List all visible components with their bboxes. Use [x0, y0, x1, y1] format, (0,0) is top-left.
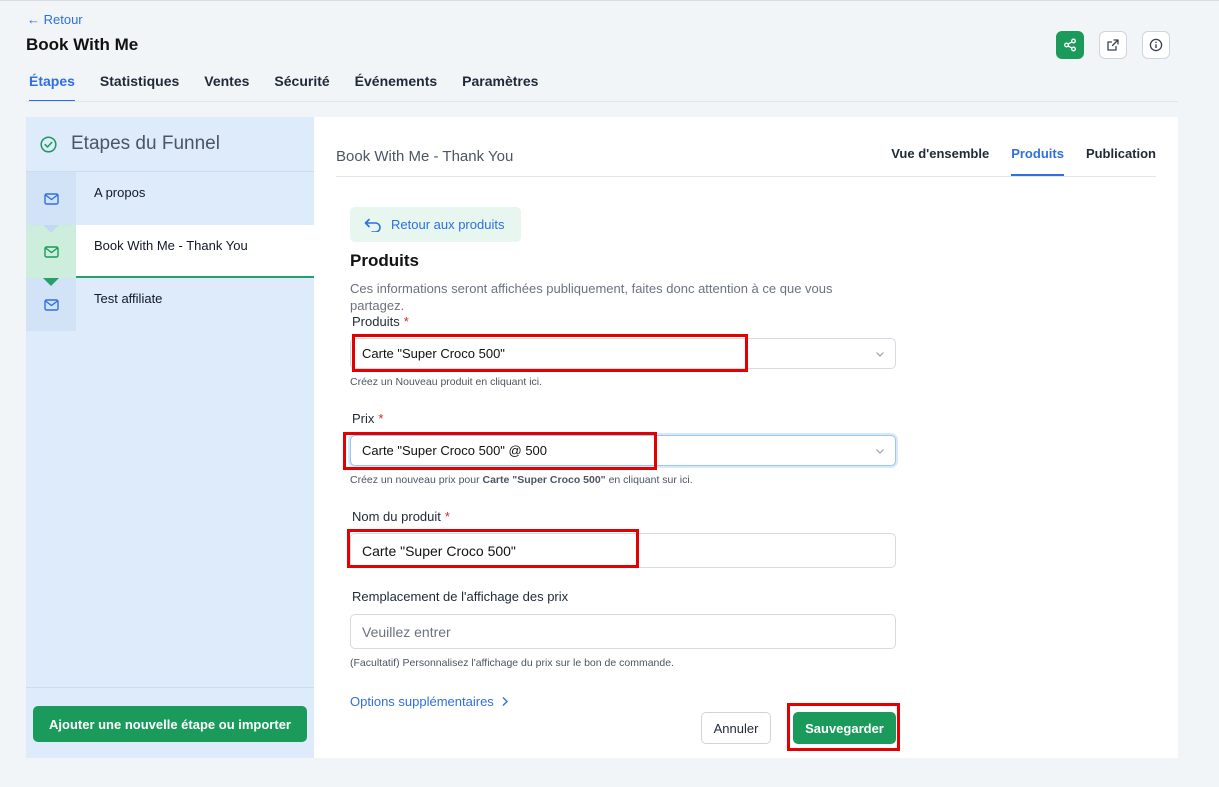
step-label: Test affiliate — [94, 291, 163, 306]
price-override-placeholder: Veuillez entrer — [362, 623, 451, 640]
section-title: Produits — [350, 251, 419, 270]
nav-tab-etapes[interactable]: Étapes — [29, 73, 75, 102]
sidebar-heading: Etapes du Funnel — [71, 133, 220, 154]
back-link[interactable]: ← Retour — [27, 12, 83, 27]
add-step-button[interactable]: Ajouter une nouvelle étape ou importer — [33, 706, 307, 742]
check-circle-icon — [40, 135, 57, 153]
more-options-link[interactable]: Options supplémentaires — [350, 694, 509, 709]
product-select[interactable]: Carte "Super Croco 500" — [350, 338, 896, 369]
tabs-divider — [336, 176, 1156, 177]
product-label: Produits * — [352, 314, 409, 329]
funnel-sidebar: Etapes du Funnel A propos Book With Me -… — [26, 117, 314, 758]
step-icon-rail — [26, 172, 76, 225]
sidebar-header: Etapes du Funnel — [26, 117, 314, 172]
product-name-value: Carte "Super Croco 500" — [362, 542, 516, 559]
chevron-right-icon — [502, 697, 508, 706]
products-panel: Book With Me - Thank You Vue d'ensemble … — [314, 117, 1178, 758]
sidebar-step-a-propos[interactable]: A propos — [26, 172, 314, 233]
tab-produits[interactable]: Produits — [1011, 146, 1064, 176]
step-connector — [43, 278, 59, 286]
price-select-value: Carte "Super Croco 500" @ 500 — [362, 443, 548, 458]
page-title: Book With Me — [26, 35, 139, 54]
step-label: Book With Me - Thank You — [94, 238, 248, 253]
section-description: Ces informations seront affichées publiq… — [350, 281, 833, 313]
chevron-down-icon — [876, 351, 884, 357]
info-button[interactable] — [1142, 31, 1170, 59]
open-external-button[interactable] — [1099, 31, 1127, 59]
back-to-products-label: Retour aux produits — [391, 217, 505, 232]
mail-icon — [43, 192, 59, 205]
step-label: A propos — [94, 185, 146, 200]
tab-publication[interactable]: Publication — [1086, 146, 1156, 176]
back-to-products-button[interactable]: Retour aux produits — [350, 207, 521, 242]
nav-divider — [26, 101, 1178, 102]
main-nav: Étapes Statistiques Ventes Sécurité Évén… — [29, 73, 563, 102]
panel-tabs: Vue d'ensemble Produits Publication — [869, 146, 1156, 176]
cancel-button[interactable]: Annuler — [701, 712, 771, 744]
step-connector — [43, 225, 59, 233]
nav-tab-securite[interactable]: Sécurité — [274, 73, 329, 102]
price-override-hint: (Facultatif) Personnalisez l'affichage d… — [350, 657, 674, 669]
nav-tab-parametres[interactable]: Paramètres — [462, 73, 538, 102]
info-icon — [1149, 38, 1163, 52]
nav-tab-ventes[interactable]: Ventes — [204, 73, 249, 102]
top-divider — [0, 0, 1219, 1]
sidebar-footer-divider — [26, 687, 314, 688]
mail-icon — [43, 245, 59, 258]
save-button[interactable]: Sauvegarder — [793, 712, 896, 744]
nav-tab-statistiques[interactable]: Statistiques — [100, 73, 179, 102]
price-label: Prix * — [352, 411, 384, 426]
share-icon — [1064, 38, 1076, 52]
undo-arrow-icon — [364, 218, 381, 232]
sidebar-step-book-with-me-thank-you[interactable]: Book With Me - Thank You — [26, 225, 314, 286]
sidebar-step-test-affiliate[interactable]: Test affiliate — [26, 278, 314, 331]
mail-icon — [43, 298, 59, 311]
product-name-label: Nom du produit * — [352, 509, 450, 524]
external-link-icon — [1107, 39, 1119, 51]
share-button[interactable] — [1056, 31, 1084, 59]
step-page-name: Book With Me - Thank You — [336, 148, 514, 165]
product-select-value: Carte "Super Croco 500" — [362, 346, 505, 361]
create-price-hint[interactable]: Créez un nouveau prix pour Carte "Super … — [350, 474, 693, 486]
nav-tab-evenements[interactable]: Événements — [355, 73, 437, 102]
price-override-label: Remplacement de l'affichage des prix — [352, 589, 569, 604]
create-product-hint[interactable]: Créez un Nouveau produit en cliquant ici… — [350, 376, 542, 388]
product-name-input[interactable]: Carte "Super Croco 500" — [350, 533, 896, 568]
price-select[interactable]: Carte "Super Croco 500" @ 500 — [350, 435, 896, 466]
chevron-down-icon — [876, 448, 884, 454]
tab-vue-ensemble[interactable]: Vue d'ensemble — [891, 146, 989, 176]
price-override-input[interactable]: Veuillez entrer — [350, 614, 896, 649]
